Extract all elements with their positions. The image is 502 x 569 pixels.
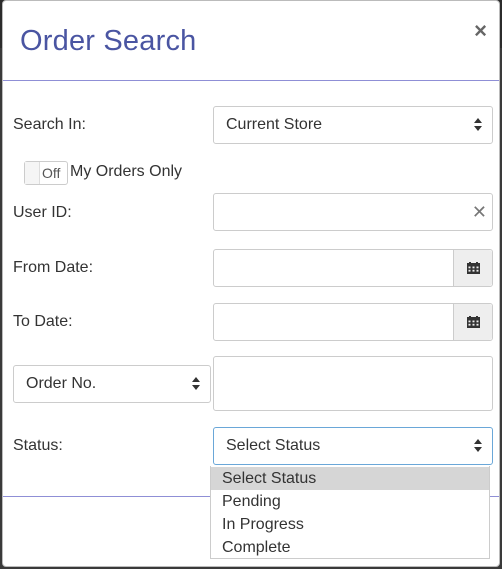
toggle-knob — [25, 162, 40, 184]
toggle-state-label: Off — [42, 165, 61, 181]
select-caret-icon — [192, 377, 200, 391]
search-in-select[interactable]: Current Store — [213, 106, 493, 144]
order-field-value: Order No. — [26, 375, 97, 392]
search-in-value: Current Store — [226, 116, 323, 133]
status-option[interactable]: Pending — [211, 490, 489, 513]
to-date-input[interactable] — [213, 303, 493, 341]
from-date-label: From Date: — [13, 259, 94, 276]
close-icon[interactable]: × — [474, 20, 487, 42]
select-caret-icon — [474, 118, 482, 132]
user-id-input[interactable]: ✕ — [213, 193, 493, 231]
dialog-title: Order Search — [20, 25, 197, 57]
status-option[interactable]: Complete — [211, 536, 489, 559]
order-field-select[interactable]: Order No. — [13, 365, 211, 403]
user-id-label: User ID: — [13, 204, 72, 221]
my-orders-label: My Orders Only — [70, 163, 183, 180]
status-label: Status: — [13, 437, 63, 454]
to-date-calendar-button[interactable] — [453, 304, 492, 340]
to-date-label: To Date: — [13, 313, 73, 330]
status-option[interactable]: Select Status — [211, 467, 489, 490]
dialog-header: Order Search × — [3, 1, 499, 81]
from-date-calendar-button[interactable] — [453, 250, 492, 286]
search-in-label: Search In: — [13, 116, 86, 133]
my-orders-toggle[interactable]: Off — [24, 161, 68, 185]
calendar-icon — [467, 262, 480, 274]
status-select[interactable]: Select Status — [213, 427, 493, 465]
select-caret-icon — [474, 439, 482, 453]
from-date-input[interactable] — [213, 249, 493, 287]
status-value: Select Status — [226, 437, 321, 454]
order-value-input[interactable] — [213, 356, 493, 411]
status-dropdown-list: Select Status Pending In Progress Comple… — [210, 466, 490, 559]
status-option[interactable]: In Progress — [211, 513, 489, 536]
clear-icon[interactable]: ✕ — [472, 202, 487, 223]
calendar-icon — [467, 316, 480, 328]
